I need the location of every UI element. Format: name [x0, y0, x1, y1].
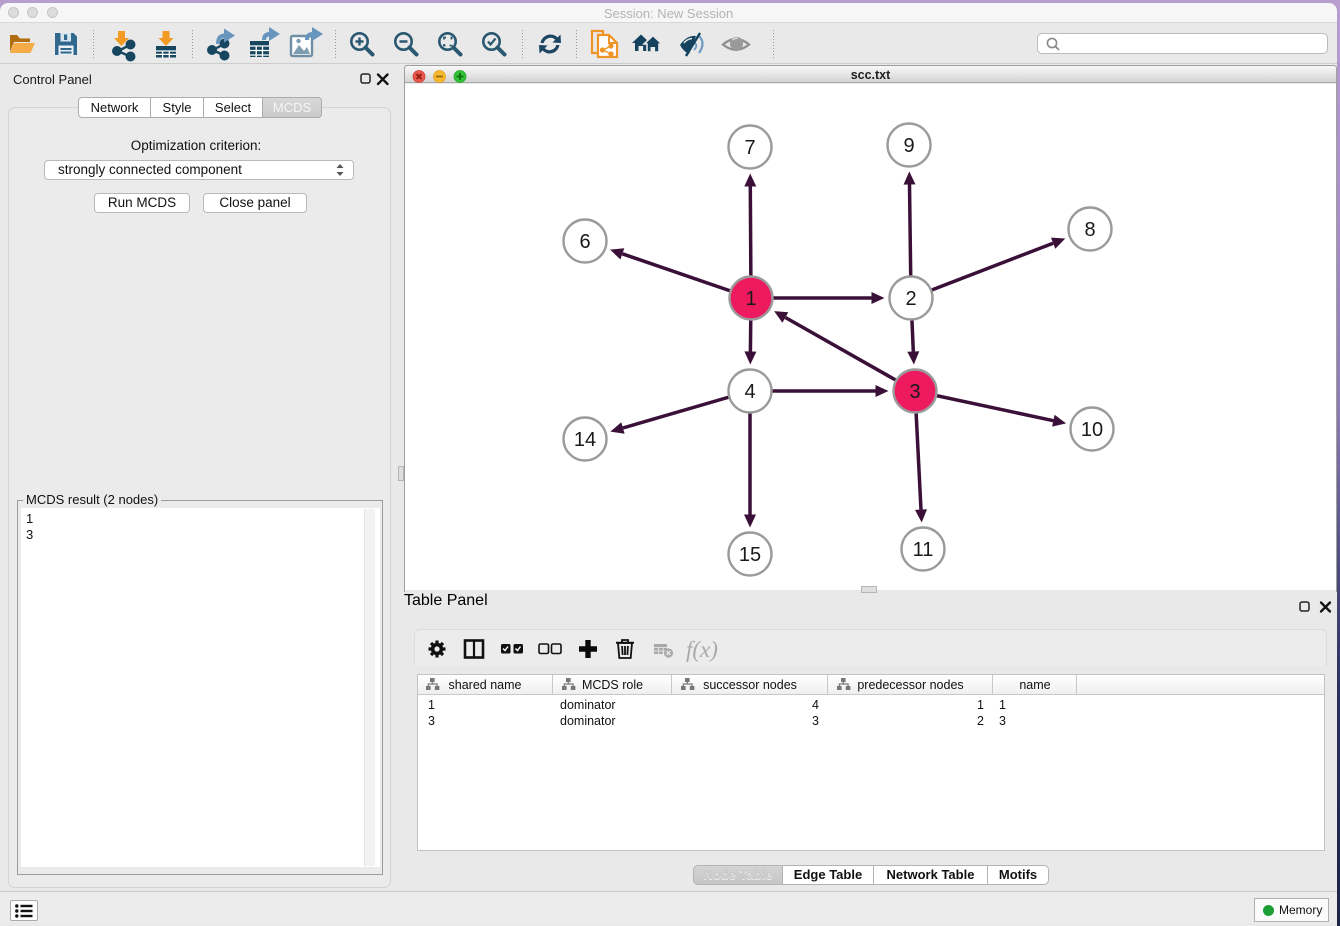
svg-text:7: 7	[744, 137, 755, 159]
svg-text:2: 2	[905, 288, 916, 310]
svg-text:1: 1	[745, 288, 756, 310]
svg-text:3: 3	[909, 381, 920, 403]
svg-text:11: 11	[913, 539, 934, 561]
svg-text:14: 14	[574, 429, 596, 451]
svg-text:f(x): f(x)	[686, 637, 718, 662]
svg-text:8: 8	[1084, 219, 1095, 241]
svg-text:9: 9	[903, 135, 914, 157]
svg-text:6: 6	[579, 231, 590, 253]
svg-text:15: 15	[739, 544, 761, 566]
svg-text:4: 4	[744, 381, 755, 403]
svg-text:10: 10	[1081, 419, 1103, 441]
